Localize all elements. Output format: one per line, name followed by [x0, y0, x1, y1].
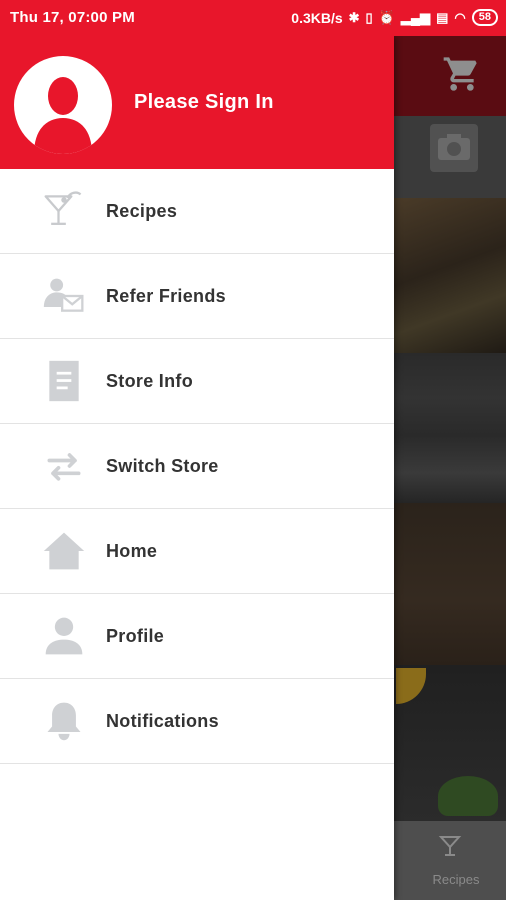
status-bar: Thu 17, 07:00 PM 0.3KB/s ✱ ▯ ⏰ ▂▄▆ ▤ ◠ 5…	[0, 0, 506, 36]
volte-icon: ▤	[436, 9, 449, 25]
menu-label: Profile	[106, 626, 165, 646]
menu-item-notifications[interactable]: Notifications	[0, 679, 394, 764]
status-time: Thu 17, 07:00 PM	[10, 9, 135, 26]
home-icon	[40, 527, 88, 575]
cocktail-icon	[40, 187, 88, 235]
menu-label: Notifications	[106, 711, 219, 731]
status-icons: 0.3KB/s ✱ ▯ ⏰ ▂▄▆ ▤ ◠ 58	[291, 9, 498, 26]
menu-item-refer-friends[interactable]: Refer Friends	[0, 254, 394, 339]
menu-item-store-info[interactable]: Store Info	[0, 339, 394, 424]
swap-arrows-icon	[40, 442, 88, 490]
drawer-header: Please Sign In	[0, 36, 394, 169]
menu-item-recipes[interactable]: Recipes	[0, 169, 394, 254]
navigation-drawer: Please Sign In Recipes Refer Friends Sto…	[0, 36, 394, 900]
alarm-icon: ⏰	[378, 9, 395, 25]
bluetooth-icon: ✱	[348, 9, 360, 25]
background-toolbar	[394, 36, 506, 116]
menu-label: Store Info	[106, 371, 193, 391]
signal-icon: ▂▄▆	[400, 9, 431, 25]
network-speed: 0.3KB/s	[291, 9, 343, 26]
battery-icon: 58	[471, 9, 498, 26]
sign-in-link[interactable]: Please Sign In	[134, 91, 274, 114]
barrel-image	[394, 353, 506, 503]
menu-item-profile[interactable]: Profile	[0, 594, 394, 679]
bell-icon	[40, 697, 88, 745]
menu-label: Switch Store	[106, 456, 219, 476]
document-icon	[40, 357, 88, 405]
menu-item-switch-store[interactable]: Switch Store	[0, 424, 394, 509]
bottom-tab-recipes[interactable]: Recipes	[394, 872, 506, 887]
person-icon	[40, 612, 88, 660]
cocktail-icon[interactable]	[438, 831, 466, 859]
background-app: Recipes	[394, 36, 506, 900]
wood-image	[394, 503, 506, 665]
vibrate-icon: ▯	[365, 9, 373, 25]
menu-item-home[interactable]: Home	[0, 509, 394, 594]
menu-label: Home	[106, 541, 158, 561]
menu-label: Recipes	[106, 201, 178, 221]
drawer-menu: Recipes Refer Friends Store Info Switch …	[0, 169, 394, 764]
camera-icon[interactable]	[430, 124, 478, 172]
refer-friends-icon	[40, 272, 88, 320]
herb-garnish	[438, 776, 498, 816]
beer-bottle-image	[394, 198, 506, 353]
user-silhouette-icon	[34, 77, 92, 154]
menu-label: Refer Friends	[106, 286, 226, 306]
avatar[interactable]	[14, 56, 112, 154]
camera-area	[394, 116, 506, 198]
cart-icon[interactable]	[442, 54, 482, 94]
wifi-icon: ◠	[454, 9, 466, 25]
